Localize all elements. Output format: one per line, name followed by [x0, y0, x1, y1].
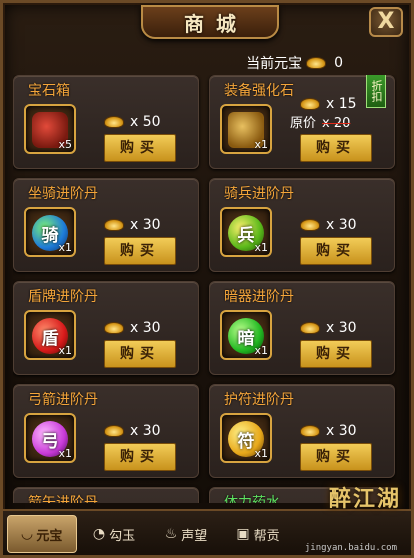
- buy-button[interactable]: 购买: [104, 340, 176, 368]
- currency-value: 0: [334, 55, 343, 71]
- flame-icon: ♨: [164, 526, 178, 542]
- item-slot[interactable]: x1: [220, 104, 272, 154]
- item-quantity: x1: [254, 138, 268, 151]
- title-plate: 商城: [141, 5, 279, 39]
- price-value: x 30: [130, 320, 161, 336]
- item-name: 骑兵进阶丹: [224, 186, 294, 202]
- ingot-icon: [104, 425, 124, 437]
- item-price: x 30: [300, 320, 357, 336]
- item-slot[interactable]: 符 x1: [220, 413, 272, 463]
- item-quantity: x5: [58, 138, 72, 151]
- item-name: 箭矢进阶丹: [28, 495, 98, 503]
- shop-item-card: 宝石箱 x5 x 50 购买: [13, 75, 199, 169]
- item-price: x 30: [300, 423, 357, 439]
- buy-button[interactable]: 购买: [300, 134, 372, 162]
- shop-item-card: 弓箭进阶丹 弓 x1 x 30 购买: [13, 384, 199, 478]
- item-slot[interactable]: 暗 x1: [220, 310, 272, 360]
- currency-label: 当前元宝: [246, 56, 303, 72]
- item-name: 宝石箱: [28, 83, 70, 99]
- shop-item-card: 箭矢进阶丹: [13, 487, 199, 503]
- shop-item-card: 盾牌进阶丹 盾 x1 x 30 购买: [13, 281, 199, 375]
- item-name: 装备强化石: [224, 83, 294, 99]
- price-value: x 15: [326, 96, 357, 112]
- item-price: x 30: [104, 423, 161, 439]
- close-button[interactable]: X: [369, 7, 403, 37]
- item-price: x 30: [104, 217, 161, 233]
- item-name: 暗器进阶丹: [224, 289, 294, 305]
- tab-label: 声望: [181, 528, 208, 544]
- original-price-label: 原价: [290, 116, 317, 131]
- ingot-icon: [300, 219, 320, 231]
- item-price: x 15: [300, 96, 357, 112]
- ingot-icon: ◡: [21, 526, 33, 542]
- jade-icon: ◔: [92, 526, 106, 542]
- tab-gouyu[interactable]: ◔ 勾玉: [79, 515, 149, 553]
- tab-banggong[interactable]: ▣ 帮贡: [223, 515, 293, 553]
- buy-button[interactable]: 购买: [104, 443, 176, 471]
- item-quantity: x1: [254, 344, 268, 357]
- item-quantity: x1: [58, 241, 72, 254]
- ingot-icon: [306, 57, 327, 69]
- shop-item-card: 坐骑进阶丹 骑 x1 x 30 购买: [13, 178, 199, 272]
- ingot-icon: [104, 219, 124, 231]
- ingot-icon: [300, 425, 320, 437]
- tab-yuanbao[interactable]: ◡ 元宝: [7, 515, 77, 553]
- price-value: x 30: [326, 217, 357, 233]
- shop-item-card: 装备强化石 折扣 x1 x 15 原价 x 20 购买: [209, 75, 395, 169]
- price-value: x 30: [326, 423, 357, 439]
- buy-button[interactable]: 购买: [104, 237, 176, 265]
- game-logo: 醉江湖: [328, 487, 401, 512]
- ingot-icon: [300, 98, 320, 110]
- item-slot[interactable]: 盾 x1: [24, 310, 76, 360]
- buy-button[interactable]: 购买: [300, 340, 372, 368]
- price-value: x 50: [130, 114, 161, 130]
- watermark: jingyan.baidu.com: [304, 543, 397, 553]
- tab-label: 元宝: [36, 528, 63, 544]
- original-price-value: x 20: [322, 116, 351, 131]
- ingot-icon: [104, 322, 124, 334]
- discount-tag: 折扣: [366, 75, 386, 108]
- price-value: x 30: [326, 320, 357, 336]
- price-value: x 30: [130, 423, 161, 439]
- item-price: x 50: [104, 114, 161, 130]
- tab-label: 勾玉: [109, 528, 136, 544]
- shop-item-card: 护符进阶丹 符 x1 x 30 购买: [209, 384, 395, 478]
- ingot-icon: [300, 322, 320, 334]
- item-price: x 30: [300, 217, 357, 233]
- item-quantity: x1: [254, 241, 268, 254]
- item-name: 盾牌进阶丹: [28, 289, 98, 305]
- item-slot[interactable]: x5: [24, 104, 76, 154]
- buy-button[interactable]: 购买: [300, 443, 372, 471]
- page-title: 商城: [184, 11, 248, 36]
- item-price: x 30: [104, 320, 161, 336]
- shop-window: 商城 X 当前元宝 0 宝石箱 x5 x 50 购买 装备强化石 折扣 x1 x…: [0, 0, 414, 558]
- item-grid[interactable]: 宝石箱 x5 x 50 购买 装备强化石 折扣 x1 x 15 原价 x 20 …: [13, 75, 397, 503]
- guild-icon: ▣: [236, 526, 250, 542]
- item-quantity: x1: [58, 344, 72, 357]
- ingot-icon: [104, 116, 124, 128]
- item-name: 护符进阶丹: [224, 392, 294, 408]
- item-quantity: x1: [254, 447, 268, 460]
- buy-button[interactable]: 购买: [300, 237, 372, 265]
- item-name: 体力药水: [224, 495, 280, 503]
- item-quantity: x1: [58, 447, 72, 460]
- tab-shengwang[interactable]: ♨ 声望: [151, 515, 221, 553]
- shop-item-card: 骑兵进阶丹 兵 x1 x 30 购买: [209, 178, 395, 272]
- original-price: 原价 x 20: [290, 112, 350, 131]
- buy-button[interactable]: 购买: [104, 134, 176, 162]
- item-slot[interactable]: 弓 x1: [24, 413, 76, 463]
- item-slot[interactable]: 兵 x1: [220, 207, 272, 257]
- tab-label: 帮贡: [253, 528, 280, 544]
- item-name: 弓箭进阶丹: [28, 392, 98, 408]
- price-value: x 30: [130, 217, 161, 233]
- shop-item-card: 暗器进阶丹 暗 x1 x 30 购买: [209, 281, 395, 375]
- currency-display: 当前元宝 0: [246, 53, 343, 73]
- item-name: 坐骑进阶丹: [28, 186, 98, 202]
- item-slot[interactable]: 骑 x1: [24, 207, 76, 257]
